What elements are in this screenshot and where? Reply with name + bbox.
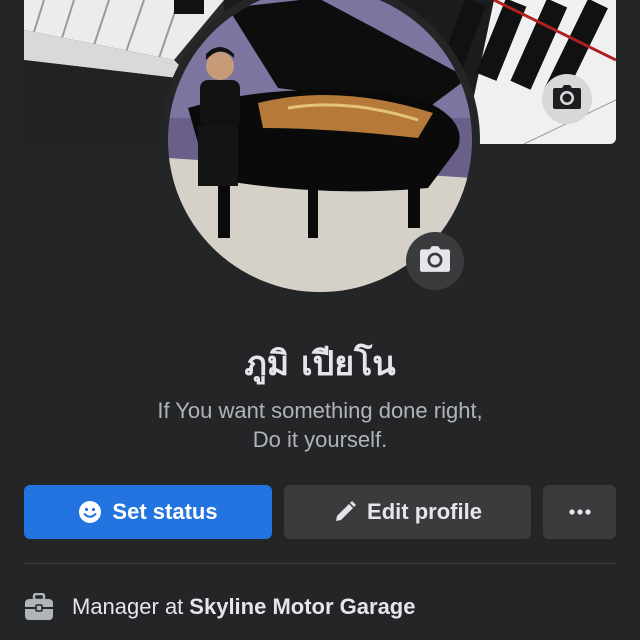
work-detail[interactable]: Manager at Skyline Motor Garage bbox=[24, 590, 415, 624]
profile-bio: If You want something done right, Do it … bbox=[0, 396, 640, 454]
briefcase-icon bbox=[24, 593, 54, 621]
set-status-button[interactable]: Set status bbox=[24, 485, 272, 539]
pencil-icon bbox=[333, 500, 357, 524]
more-options-button[interactable] bbox=[543, 485, 616, 539]
avatar-camera-button[interactable] bbox=[406, 232, 464, 290]
edit-profile-label: Edit profile bbox=[367, 499, 482, 524]
profile-name: ภูมิ เปียโน bbox=[244, 344, 396, 384]
work-place[interactable]: Skyline Motor Garage bbox=[189, 594, 415, 620]
cover-camera-button[interactable] bbox=[542, 74, 592, 124]
more-dots-icon bbox=[568, 509, 591, 515]
work-prefix: Manager at bbox=[72, 594, 184, 619]
camera-icon bbox=[553, 84, 581, 114]
edit-profile-button[interactable]: Edit profile bbox=[284, 485, 531, 539]
divider bbox=[24, 563, 616, 564]
set-status-label: Set status bbox=[112, 499, 218, 524]
camera-icon bbox=[420, 245, 450, 277]
bio-line: Do it yourself. bbox=[252, 427, 388, 452]
smiley-icon bbox=[78, 500, 102, 524]
bio-line: If You want something done right, bbox=[157, 398, 483, 423]
